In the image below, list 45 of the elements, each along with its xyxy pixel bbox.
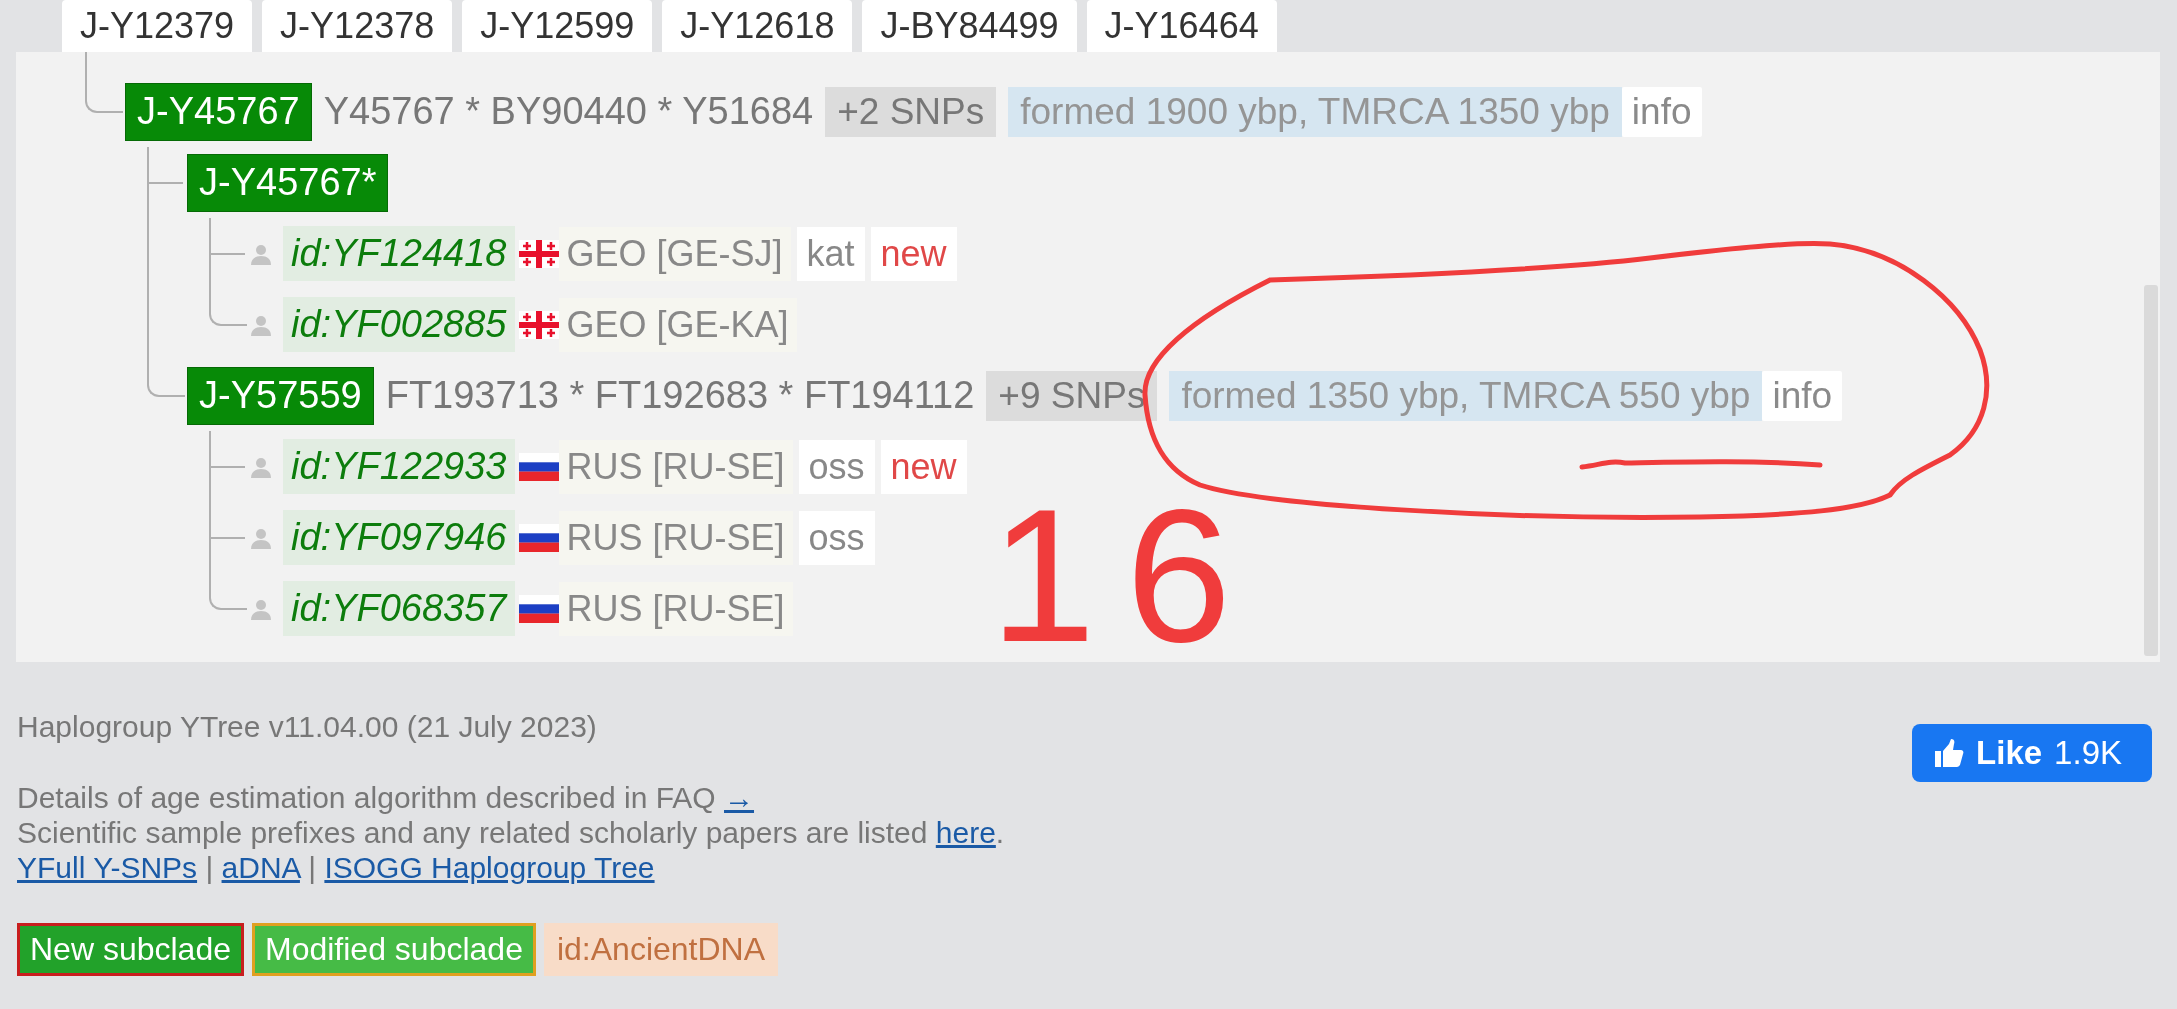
age-estimate: formed 1900 ybp, TMRCA 1350 ybp	[1008, 86, 1622, 137]
country-code: RUS [RU-SE]	[558, 510, 793, 565]
clade-label[interactable]: J-Y45767	[125, 82, 312, 141]
like-button[interactable]: Like 1.9K	[1912, 724, 2152, 782]
tree-tab[interactable]: J-Y12599	[462, 0, 653, 52]
footer-note: YFull Y-SNPs | aDNA | ISOGG Haplogroup Tree	[17, 850, 656, 885]
handwritten-number: 16	[990, 480, 1262, 670]
snp-list: FT193713 * FT192683 * FT194112	[385, 374, 975, 417]
legend-label: id:AncientDNA	[543, 923, 779, 976]
language-tag: oss	[798, 439, 875, 494]
footer-note: Scientific sample prefixes and any related scholarly papers are listed here.	[17, 815, 1005, 850]
footer-link[interactable]: here	[935, 816, 996, 849]
legend-label: Modified subclade	[252, 923, 536, 976]
tree-tab[interactable]: J-Y12379	[62, 0, 253, 52]
new-label: new	[880, 439, 967, 494]
country-code: RUS [RU-SE]	[558, 581, 793, 636]
country-code: RUS [RU-SE]	[558, 439, 793, 494]
sample-id[interactable]: id:YF124418	[283, 226, 515, 281]
footer-link[interactable]: aDNA	[221, 851, 300, 884]
snp-list: Y45767 * BY90440 * Y51684	[323, 90, 814, 133]
info-link[interactable]: info	[1762, 370, 1843, 421]
footer-note: Details of age estimation algorithm described in FAQ →	[17, 780, 755, 815]
sample-id[interactable]: id:YF002885	[283, 297, 515, 352]
tree-tab[interactable]: J-Y16464	[1086, 0, 1277, 52]
footer-link[interactable]: →	[724, 781, 754, 814]
tree-tab[interactable]: J-Y12618	[662, 0, 853, 52]
tree-tab[interactable]: J-BY84499	[862, 0, 1077, 52]
info-link[interactable]: info	[1621, 86, 1702, 137]
country-code: GEO [GE-SJ]	[558, 226, 791, 281]
version-text: Haplogroup YTree v11.04.00 (21 July 2023)	[17, 710, 598, 744]
language-tag: kat	[796, 226, 865, 281]
sample-id[interactable]: id:YF122933	[283, 439, 515, 494]
sample-id[interactable]: id:YF097946	[283, 510, 515, 565]
clade-label[interactable]: J-Y57559	[187, 366, 374, 425]
age-estimate: formed 1350 ybp, TMRCA 550 ybp	[1169, 370, 1763, 421]
legend-label: New subclade	[17, 923, 244, 976]
snp-count[interactable]: +2 SNPs	[825, 86, 997, 137]
country-code: GEO [GE-KA]	[558, 297, 797, 352]
footer-link[interactable]: ISOGG Haplogroup Tree	[324, 851, 655, 884]
new-label: new	[870, 226, 957, 281]
language-tag: oss	[798, 510, 875, 565]
clade-label[interactable]: J-Y45767*	[187, 153, 389, 212]
sample-id[interactable]: id:YF068357	[283, 581, 515, 636]
tree-tab[interactable]: J-Y12378	[262, 0, 453, 52]
footer-link[interactable]: YFull Y-SNPs	[17, 851, 198, 884]
